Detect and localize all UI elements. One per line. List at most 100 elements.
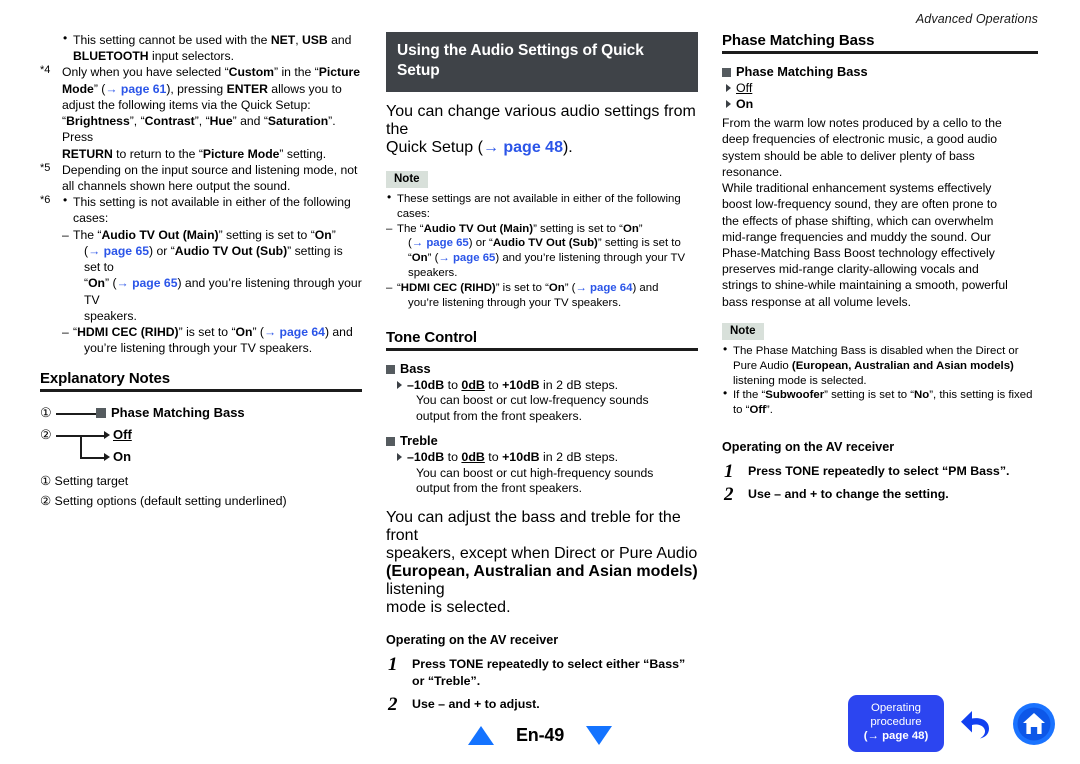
text-line: Mode” (→ page 61), pressing ENTER allows… <box>62 81 342 96</box>
operating-step: 2 Use – and + to adjust. <box>386 694 698 715</box>
tone-item-description: You can boost or cut high-frequency soun… <box>416 465 654 480</box>
middle-column: Using the Audio Settings of Quick Setup … <box>386 32 698 719</box>
phase-matching-bass-heading: Phase Matching Bass <box>722 32 875 49</box>
operating-step: 1 Press TONE repeatedly to select “PM Bas… <box>722 461 1038 482</box>
diagram-num-2: ② <box>40 427 52 443</box>
diagram-triangle-off <box>104 431 110 440</box>
diagram-num-1: ① <box>40 405 52 421</box>
tone-item-label: Bass <box>386 361 698 376</box>
text-line: Pure Audio (European, Australian and Asi… <box>733 359 1014 372</box>
diagram-option-on: On <box>113 449 132 465</box>
description-text: From the warm low notes produced by a ce… <box>722 115 1038 310</box>
diagram-line-2c <box>80 457 106 460</box>
note-badge: Note <box>386 170 428 188</box>
text-line: Only when you have selected “Custom” in … <box>62 65 361 80</box>
text-line: This setting cannot be used with the NET… <box>62 31 362 48</box>
step-text: Use – and + to adjust. <box>412 696 540 711</box>
section-banner-title: Using the Audio Settings of Quick Setup <box>386 32 698 92</box>
manual-page: Advanced Operations This setting cannot … <box>0 0 1080 764</box>
setting-title: Phase Matching Bass <box>722 64 1038 79</box>
heading-rule <box>386 347 698 351</box>
text-line: The “Audio TV Out (Main)” setting is set… <box>62 227 362 243</box>
operating-procedure-page: (→ page 48) <box>863 730 929 743</box>
text-line: If the “Subwoofer” setting is set to “No… <box>722 386 1038 403</box>
operating-procedure-button[interactable]: Operating procedure (→ page 48) <box>848 695 944 752</box>
legend-item: ② Setting options (default setting under… <box>40 493 287 508</box>
step-number: 1 <box>724 461 734 483</box>
paragraph: While traditional enhancement systems ef… <box>722 181 1008 309</box>
footnote-marker: *6 <box>40 194 51 207</box>
page-link[interactable]: → page 65 <box>438 252 495 264</box>
text-line: you’re listening through your TV speaker… <box>408 296 622 309</box>
running-head: Advanced Operations <box>915 12 1038 26</box>
text-line: speakers, except when Direct or Pure Aud… <box>386 545 698 563</box>
page-link[interactable]: → page 61 <box>105 82 166 96</box>
diagram-line-1 <box>56 413 96 416</box>
operating-steps: 1 Press TONE repeatedly to select “PM Bas… <box>722 461 1038 505</box>
tone-control-heading: Tone Control <box>386 328 478 346</box>
page-link[interactable]: → page 64 <box>575 282 632 294</box>
text-line: cases: <box>73 211 109 226</box>
tone-items: Bass –10dB to 0dB to +10dB in 2 dB steps.… <box>386 361 698 498</box>
operating-heading: Operating on the AV receiver <box>722 440 895 455</box>
note-badge: Note <box>722 322 764 340</box>
text-line: “HDMI CEC (RIHD)” is set to “On” (→ page… <box>62 324 362 340</box>
paragraph: From the warm low notes produced by a ce… <box>722 116 1002 179</box>
text-line: speakers. <box>408 267 458 280</box>
tone-item-range: –10dB to 0dB to +10dB in 2 dB steps. <box>386 377 698 393</box>
text-line: These settings are not available in eith… <box>386 190 698 207</box>
diagram-legend: ① Setting target ② Setting options (defau… <box>40 472 362 510</box>
page-link[interactable]: → page 64 <box>264 325 325 339</box>
tone-item-label: Treble <box>386 433 698 448</box>
footnote-body: Only when you have selected “Custom” in … <box>62 64 362 161</box>
footnote-body: This setting is not available in either … <box>62 193 362 356</box>
step-text: Use – and + to change the setting. <box>748 487 949 502</box>
text-line: mode is selected. <box>386 599 511 617</box>
diagram-option-off: Off <box>113 427 132 443</box>
step-number: 1 <box>388 654 398 676</box>
explanatory-notes-heading: Explanatory Notes <box>40 370 171 388</box>
text-line: cases: <box>397 207 430 220</box>
footnote-body: This setting cannot be used with the NET… <box>62 31 362 64</box>
triangle-down-icon[interactable] <box>586 726 613 745</box>
text-line: listening mode is selected. <box>733 374 867 387</box>
step-text: Press TONE repeatedly to select either “… <box>412 657 686 688</box>
text-line: to “Off”. <box>733 404 773 417</box>
footnote-item: This setting cannot be used with the NET… <box>40 31 362 64</box>
nav-cluster: Operating procedure (→ page 48) <box>848 695 1056 752</box>
text-line: BLUETOOTH input selectors. <box>73 49 234 64</box>
page-link[interactable]: → page 65 <box>88 244 149 258</box>
text-line: “HDMI CEC (RIHD)” is set to “On” (→ page… <box>386 281 698 296</box>
footnote-marker: *4 <box>40 64 51 77</box>
footnote-item: *6 This setting is not available in eithe… <box>40 193 362 356</box>
footnote-item: *4 Only when you have selected “Custom” i… <box>40 64 362 161</box>
triangle-up-icon[interactable] <box>467 726 494 745</box>
tone-item-description: output from the front speakers. <box>416 408 582 423</box>
text-line: you’re listening through your TV speaker… <box>84 341 313 356</box>
page-link[interactable]: → page 65 <box>412 237 469 249</box>
text-line: adjust the following items via the Quick… <box>62 97 311 112</box>
text-line: (→ page 65) or “Audio TV Out (Sub)” sett… <box>84 243 343 275</box>
text-line: “On” (→ page 65) and you’re listening th… <box>408 252 686 265</box>
legend-item: ① Setting target <box>40 474 129 489</box>
footnote-body: Depending on the input source and listen… <box>62 162 362 194</box>
text-line: RETURN to return to the “Picture Mode” s… <box>62 146 327 161</box>
tone-item-description: You can boost or cut low-frequency sound… <box>416 392 649 407</box>
diagram-line-2b <box>80 435 106 438</box>
right-column: Phase Matching Bass Phase Matching Bass … <box>722 32 1038 510</box>
page-link[interactable]: → page 48 <box>483 139 563 156</box>
text-line: Depending on the input source and listen… <box>62 162 358 177</box>
text-line: The “Audio TV Out (Main)” setting is set… <box>386 222 698 237</box>
text-line: (European, Australian and Asian models) … <box>386 563 698 599</box>
operating-procedure-line1: Operating <box>870 702 922 715</box>
home-icon[interactable] <box>1012 702 1056 746</box>
page-link[interactable]: → page 65 <box>117 276 178 290</box>
text-line: The Phase Matching Bass is disabled when… <box>722 342 1038 359</box>
text-line: “Brightness”, “Contrast”, “Hue” and “Sat… <box>62 114 336 145</box>
heading-rule <box>40 389 362 393</box>
text-line: all channels shown here output the sound… <box>62 178 291 193</box>
back-arrow-icon[interactable] <box>958 704 998 744</box>
footnote-marker: *5 <box>40 161 51 174</box>
diagram-square-marker <box>96 408 106 419</box>
step-text: Press TONE repeatedly to select “PM Bass… <box>748 464 1010 479</box>
